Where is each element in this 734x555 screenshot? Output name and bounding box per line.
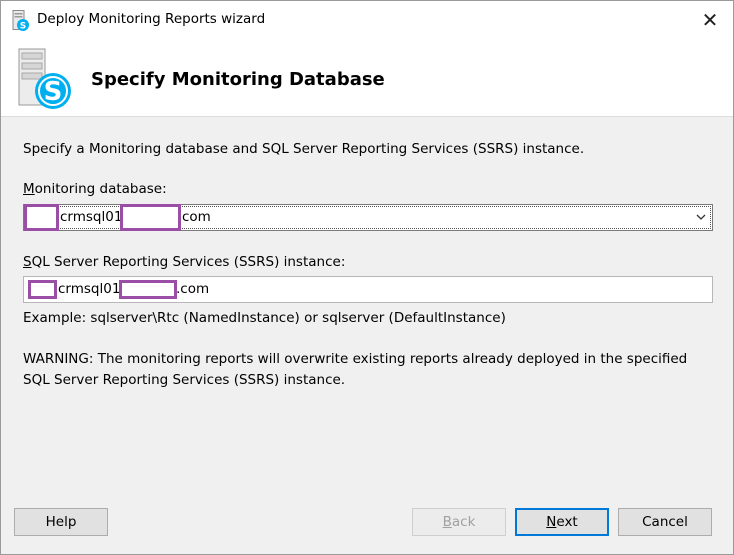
skype-server-icon: S	[18, 48, 71, 109]
svg-text:S: S	[20, 22, 26, 32]
ssrs-instance-value-part1: crmsql01	[58, 281, 121, 297]
monitoring-database-dropdown[interactable]: crmsql01 com	[23, 204, 713, 231]
monitoring-database-label-text: onitoring database:	[34, 181, 167, 197]
monitoring-database-value-part1: crmsql01	[60, 209, 123, 225]
ssrs-instance-value-part2: .com	[176, 281, 210, 297]
close-icon: ✕	[701, 8, 719, 32]
redaction-box	[24, 204, 59, 231]
monitoring-database-label: Monitoring database:	[23, 181, 167, 197]
next-button-label: ext	[556, 514, 578, 530]
back-button-accel: B	[442, 514, 452, 530]
chevron-down-icon[interactable]	[696, 212, 706, 222]
warning-text: WARNING: The monitoring reports will ove…	[23, 351, 688, 388]
ssrs-instance-input[interactable]: crmsql01 .com	[23, 276, 713, 303]
cancel-button[interactable]: Cancel	[618, 508, 712, 536]
next-button-accel: N	[546, 514, 557, 530]
page-title: Specify Monitoring Database	[91, 69, 385, 90]
description-text: Specify a Monitoring database and SQL Se…	[23, 141, 585, 157]
app-icon: S	[12, 10, 29, 32]
svg-text:S: S	[44, 77, 63, 107]
example-text: Example: sqlserver\Rtc (NamedInstance) o…	[23, 310, 506, 326]
close-button[interactable]: ✕	[687, 1, 733, 39]
back-button[interactable]: Back	[412, 508, 506, 536]
window-title: Deploy Monitoring Reports wizard	[37, 11, 266, 27]
wizard-window: S Deploy Monitoring Reports wizard ✕ S S…	[0, 0, 734, 555]
ssrs-instance-label: SQL Server Reporting Services (SSRS) ins…	[23, 254, 345, 270]
monitoring-database-value-part2: com	[182, 209, 211, 225]
redaction-box	[119, 280, 177, 299]
help-button[interactable]: Help	[14, 508, 108, 536]
next-button[interactable]: Next	[515, 508, 609, 536]
title-bar: S Deploy Monitoring Reports wizard ✕	[1, 1, 733, 39]
ssrs-instance-label-text: QL Server Reporting Services (SSRS) inst…	[31, 254, 346, 270]
ssrs-instance-label-accel: S	[23, 254, 32, 270]
redaction-box	[28, 280, 57, 299]
wizard-header: S Specify Monitoring Database	[1, 39, 733, 117]
back-button-label: ack	[451, 514, 476, 530]
monitoring-database-label-accel: M	[23, 181, 35, 197]
redaction-box	[120, 204, 181, 231]
